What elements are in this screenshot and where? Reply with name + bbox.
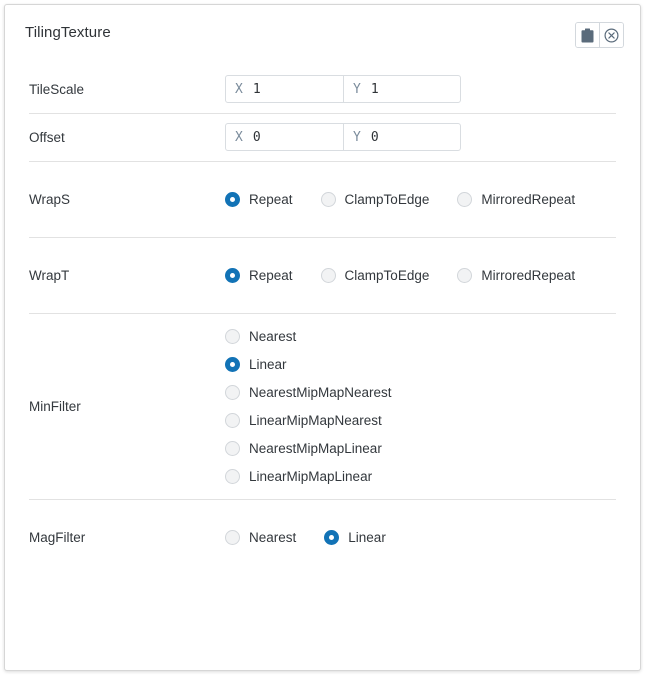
row-offset: Offset X Y: [5, 113, 640, 161]
tilescale-x-cell[interactable]: X: [226, 76, 343, 102]
property-rows: TileScale X Y Offset: [5, 65, 640, 575]
page-title: TilingTexture: [25, 24, 111, 41]
radio-option-mirroredrepeat[interactable]: MirroredRepeat: [457, 191, 576, 207]
clipboard-icon: [581, 28, 594, 43]
control-offset: X Y: [225, 123, 640, 151]
tilescale-x-axis-label: X: [235, 81, 243, 97]
row-minfilter: MinFilter Nearest Linear NearestMipMapNear…: [5, 313, 640, 499]
offset-x-input[interactable]: [252, 129, 323, 145]
radio-option-nearest[interactable]: Nearest: [225, 529, 297, 545]
radio-option-clamptoedge[interactable]: ClampToEdge: [320, 191, 430, 207]
tilescale-y-input[interactable]: [370, 81, 441, 97]
radio-option-linearmipmapnearest[interactable]: LinearMipMapNearest: [225, 406, 640, 434]
offset-x-cell[interactable]: X: [226, 124, 343, 150]
radio-option-linear[interactable]: Linear: [225, 350, 640, 378]
radio-option-label: Linear: [348, 529, 386, 545]
offset-y-input[interactable]: [370, 129, 441, 145]
radio-unchecked-icon: [225, 328, 240, 344]
control-magfilter: Nearest Linear: [225, 529, 640, 545]
radio-unchecked-icon: [457, 191, 473, 207]
control-minfilter: Nearest Linear NearestMipMapNearest LinearM…: [225, 318, 640, 494]
offset-x-axis-label: X: [235, 129, 243, 145]
minfilter-radio-group: Nearest Linear NearestMipMapNearest LinearM…: [225, 318, 640, 494]
radio-option-label: LinearMipMapLinear: [249, 468, 373, 484]
panel-header: TilingTexture: [5, 5, 640, 65]
radio-option-label: NearestMipMapLinear: [249, 440, 382, 456]
radio-unchecked-icon: [225, 412, 240, 428]
radio-unchecked-icon: [225, 468, 240, 484]
radio-option-label: ClampToEdge: [344, 267, 430, 283]
label-tilescale: TileScale: [29, 81, 85, 97]
radio-unchecked-icon: [320, 267, 336, 283]
wraps-radio-group: Repeat ClampToEdge MirroredRepeat: [225, 191, 640, 207]
separator: [29, 113, 616, 114]
label-minfilter: MinFilter: [29, 398, 81, 414]
radio-option-repeat[interactable]: Repeat: [225, 191, 293, 207]
separator: [29, 313, 616, 314]
radio-unchecked-icon: [225, 529, 240, 545]
control-wrapt: Repeat ClampToEdge MirroredRepeat: [225, 267, 640, 283]
radio-checked-icon: [225, 191, 240, 207]
wrapt-radio-group: Repeat ClampToEdge MirroredRepeat: [225, 267, 640, 283]
separator: [29, 499, 616, 500]
control-wraps: Repeat ClampToEdge MirroredRepeat: [225, 191, 640, 207]
tiling-texture-panel: TilingTexture TileScale X 1 Y 1 Offset X…: [4, 4, 641, 671]
radio-option-label: MirroredRepeat: [481, 267, 576, 283]
clear-button[interactable]: [599, 23, 623, 47]
radio-option-label: Repeat: [249, 267, 293, 283]
radio-checked-icon: [225, 267, 240, 283]
label-wraps: WrapS: [29, 191, 71, 207]
radio-option-label: Repeat: [249, 191, 293, 207]
tilescale-x-input[interactable]: [252, 81, 323, 97]
radio-option-mirroredrepeat[interactable]: MirroredRepeat: [457, 267, 576, 283]
radio-option-label: NearestMipMapNearest: [249, 384, 392, 400]
radio-checked-icon: [324, 529, 340, 545]
label-offset: Offset: [29, 129, 65, 145]
offset-y-cell[interactable]: Y: [343, 124, 460, 150]
radio-option-nearestmipmapnearest[interactable]: NearestMipMapNearest: [225, 378, 640, 406]
radio-option-repeat[interactable]: Repeat: [225, 267, 293, 283]
separator: [29, 161, 616, 162]
separator: [29, 237, 616, 238]
radio-option-label: LinearMipMapNearest: [249, 412, 382, 428]
row-magfilter: MagFilter Nearest Linear: [5, 499, 640, 575]
radio-checked-icon: [225, 356, 240, 372]
radio-option-nearestmipmaplinear[interactable]: NearestMipMapLinear: [225, 434, 640, 462]
tilescale-y-axis-label: Y: [353, 81, 361, 97]
paste-button[interactable]: [576, 23, 599, 47]
radio-option-label: Linear: [249, 356, 287, 372]
radio-option-label: ClampToEdge: [344, 191, 430, 207]
offset-y-axis-label: Y: [353, 129, 361, 145]
circle-x-icon: [604, 27, 619, 43]
radio-option-label: Nearest: [249, 529, 297, 545]
radio-option-nearest[interactable]: Nearest: [225, 322, 640, 350]
tilescale-y-cell[interactable]: Y: [343, 76, 460, 102]
radio-option-label: MirroredRepeat: [481, 191, 576, 207]
radio-unchecked-icon: [320, 191, 336, 207]
radio-unchecked-icon: [457, 267, 473, 283]
radio-option-label: Nearest: [249, 328, 297, 344]
header-action-group: [575, 22, 624, 48]
control-tilescale: X Y: [225, 75, 640, 103]
radio-unchecked-icon: [225, 440, 240, 456]
tilescale-vector-input: X Y: [225, 75, 461, 103]
radio-option-linear[interactable]: Linear: [324, 529, 386, 545]
offset-vector-input: X Y: [225, 123, 461, 151]
row-tilescale: TileScale X Y: [5, 65, 640, 113]
label-magfilter: MagFilter: [29, 529, 86, 545]
row-wrapt: WrapT Repeat ClampToEdge MirroredRepeat: [5, 237, 640, 313]
radio-option-clamptoedge[interactable]: ClampToEdge: [320, 267, 430, 283]
magfilter-radio-group: Nearest Linear: [225, 529, 640, 545]
radio-unchecked-icon: [225, 384, 240, 400]
label-wrapt: WrapT: [29, 267, 70, 283]
row-wraps: WrapS Repeat ClampToEdge MirroredRepeat: [5, 161, 640, 237]
radio-option-linearmipmaplinear[interactable]: LinearMipMapLinear: [225, 462, 640, 490]
